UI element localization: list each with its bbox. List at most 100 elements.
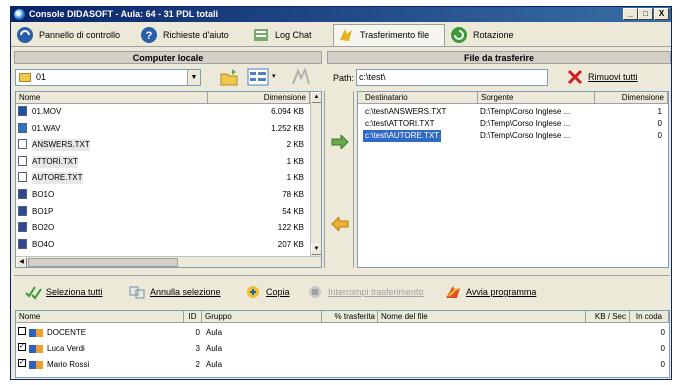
launch-label: Avvia programma	[466, 287, 537, 297]
close-button[interactable]: X	[654, 8, 669, 20]
student-row[interactable]: ✓ Luca Verdi 3 Aula 0	[16, 343, 669, 355]
folder-up-icon[interactable]	[219, 67, 239, 87]
tab-help-requests[interactable]: ? Richieste d'aiuto	[137, 25, 247, 45]
deselect-button[interactable]: Annulla selezione	[126, 282, 221, 302]
transfer-controls	[324, 91, 354, 268]
tab-log-chat[interactable]: Log Chat	[249, 25, 331, 45]
file-row[interactable]: AUTORE.TXT 1 KB	[16, 172, 310, 185]
network-icon[interactable]	[290, 68, 312, 86]
add-to-transfer-icon[interactable]	[331, 135, 349, 149]
student-id: 2	[195, 360, 200, 369]
student-name: Luca Verdi	[47, 344, 85, 353]
student-queue: 0	[660, 344, 665, 353]
students-list: Nome ID Gruppo % trasferita Nome del fil…	[15, 310, 670, 378]
movie-file-icon	[18, 106, 27, 116]
file-row[interactable]: 01.MOV 6.094 KB	[16, 106, 310, 118]
file-row[interactable]: ATTORI.TXT 1 KB	[16, 155, 310, 168]
local-vertical-scrollbar[interactable]: ▲ ▼	[310, 92, 321, 256]
tab-label: Log Chat	[275, 30, 312, 40]
col-filename-header[interactable]: Nome del file	[378, 311, 586, 323]
file-size: 122 KB	[277, 223, 304, 233]
file-row[interactable]: ANSWERS.TXT 2 KB	[16, 139, 310, 152]
file-size: 1 KB	[286, 156, 304, 166]
text-file-icon	[18, 155, 27, 166]
tab-label: Richieste d'aiuto	[163, 30, 229, 40]
remove-icon	[567, 69, 583, 85]
student-group: Aula	[206, 360, 223, 369]
transfer-row[interactable]: c:\test\ATTORI.TXT D:\Temp\Corso Inglese …	[358, 118, 668, 130]
col-id-header[interactable]: ID	[184, 311, 202, 323]
transfer-size: 0	[657, 119, 662, 128]
file-row[interactable]: 01.WAV 1.252 KB	[16, 122, 310, 135]
file-transfer-icon	[340, 29, 352, 41]
col-name-header[interactable]: Nome	[16, 92, 208, 104]
file-row[interactable]: BO2O 122 KB	[16, 222, 310, 234]
transfer-row[interactable]: c:\test\AUTORE.TXT D:\Temp\Corso Inglese …	[358, 130, 668, 142]
scroll-left-icon[interactable]: ◀	[16, 257, 27, 267]
rotation-icon	[451, 27, 467, 43]
scroll-thumb[interactable]	[28, 258, 178, 267]
transfer-source: D:\Temp\Corso Inglese ...	[480, 119, 571, 128]
col-destination-header[interactable]: Destinatario	[358, 92, 478, 104]
tab-rotation[interactable]: Rotazione	[447, 25, 527, 45]
transfer-source: D:\Temp\Corso Inglese ...	[480, 107, 571, 116]
checked-checkbox[interactable]: ✓	[18, 343, 26, 351]
folder-select[interactable]: 01 ▼	[15, 69, 201, 86]
remove-all-label: Rimuovi tutti	[588, 72, 638, 82]
deselect-icon	[129, 286, 145, 299]
app-window: Console DIDASOFT - Aula: 64 - 31 PDL tot…	[10, 6, 672, 380]
control-panel-icon	[17, 27, 33, 43]
scroll-down-icon[interactable]: ▼	[311, 244, 321, 255]
interrupt-icon	[309, 286, 321, 298]
view-dropdown-icon[interactable]: ▾	[272, 72, 276, 80]
maximize-button[interactable]: □	[638, 8, 653, 20]
text-file-icon	[18, 139, 27, 150]
tab-file-transfer[interactable]: Trasferimento file	[333, 24, 445, 46]
transfer-list: Destinatario Sorgente Dimensione c:\test…	[357, 91, 669, 268]
interrupt-transfer-button[interactable]: Interrompi trasferimento	[304, 282, 424, 302]
remove-all-button[interactable]: Rimuovi tutti	[564, 67, 664, 87]
student-group: Aula	[206, 344, 223, 353]
file-row[interactable]: BO1O 78 KB	[16, 189, 310, 201]
chevron-down-icon[interactable]: ▼	[187, 70, 200, 85]
student-row[interactable]: ✓ Mario Rossi 2 Aula 0	[16, 359, 669, 371]
file-row[interactable]: BO4O 207 KB	[16, 238, 310, 251]
svg-text:?: ?	[146, 30, 153, 42]
col-source-header[interactable]: Sorgente	[478, 92, 595, 104]
chat-log-icon	[254, 29, 268, 41]
select-all-button[interactable]: Seleziona tutti	[22, 282, 103, 302]
scroll-up-icon[interactable]: ▲	[311, 92, 321, 103]
student-name: Mario Rossi	[47, 360, 90, 369]
tab-control-panel[interactable]: Pannello di controllo	[13, 25, 135, 45]
image-file-icon	[18, 238, 27, 249]
help-icon: ?	[141, 27, 157, 43]
transfer-row[interactable]: c:\test\ANSWERS.TXT D:\Temp\Corso Inglese…	[358, 106, 668, 118]
student-name: DOCENTE	[47, 328, 87, 337]
deselect-label: Annulla selezione	[150, 287, 221, 297]
file-size: 6.094 KB	[271, 107, 304, 116]
col-group-header[interactable]: Gruppo	[202, 311, 322, 323]
transfer-size: 0	[657, 131, 662, 140]
col-speed-header[interactable]: KB / Sec	[586, 311, 630, 323]
unchecked-checkbox[interactable]	[18, 327, 26, 335]
student-row[interactable]: DOCENTE 0 Aula 0	[16, 327, 669, 339]
local-horizontal-scrollbar[interactable]: ◀	[16, 256, 321, 267]
path-input[interactable]: c:\test\	[356, 69, 548, 86]
col-transferred-header[interactable]: % trasferita	[322, 311, 378, 323]
col-size-header[interactable]: Dimensione	[595, 92, 668, 104]
file-name: ANSWERS.TXT	[32, 139, 90, 152]
minimize-button[interactable]: _	[623, 8, 638, 20]
file-name: 01.MOV	[32, 107, 62, 116]
local-file-list: Nome Dimensione 01.MOV 6.094 KB 01.WAV 1.25…	[15, 91, 322, 268]
view-mode-icon[interactable]	[247, 68, 269, 86]
launch-program-button[interactable]: Avvia programma	[442, 282, 536, 302]
remove-from-transfer-icon[interactable]	[331, 217, 349, 231]
copy-button[interactable]: Copia	[242, 282, 290, 302]
col-size-header[interactable]: Dimensione	[208, 92, 310, 104]
copy-icon	[247, 286, 259, 298]
file-row[interactable]: BO1P 54 KB	[16, 205, 310, 218]
col-queue-header[interactable]: In coda	[630, 311, 669, 323]
checked-checkbox[interactable]: ✓	[18, 359, 26, 367]
image-file-icon	[18, 222, 27, 233]
col-student-name-header[interactable]: Nome	[16, 311, 184, 323]
